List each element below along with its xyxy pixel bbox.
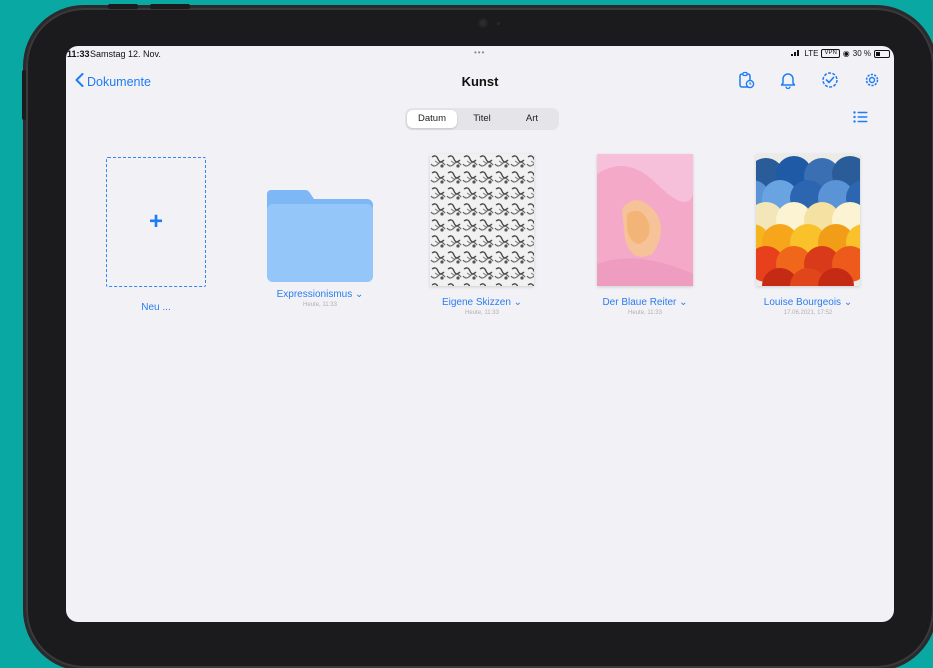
item-label: Der Blaue Reiter ⌄: [602, 297, 688, 308]
bell-icon[interactable]: [778, 70, 798, 90]
folder-item[interactable]: Expressionismus ⌄ Heute, 11:33: [250, 154, 390, 308]
document-item[interactable]: Der Blaue Reiter ⌄ Heute, 11:33: [575, 154, 715, 316]
toolbar-icons: [736, 70, 882, 90]
list-view-icon[interactable]: [853, 110, 868, 128]
segment-titel[interactable]: Titel: [457, 110, 507, 128]
signal-icon: [791, 49, 801, 58]
item-date: Heute, 11:33: [465, 310, 499, 316]
sketch-thumbnail: [430, 154, 534, 286]
status-date: Samstag 12. Nov.: [90, 49, 161, 59]
top-button: [150, 4, 190, 9]
document-item[interactable]: Eigene Skizzen ⌄ Heute, 11:33: [412, 154, 552, 316]
document-item[interactable]: Louise Bourgeois ⌄ 17.06.2021, 17:52: [734, 154, 882, 316]
battery-label: 30 %: [852, 49, 871, 58]
sort-segmented-control: Datum Titel Art: [405, 108, 559, 130]
item-date: Heute, 11:33: [303, 302, 337, 308]
gear-icon[interactable]: [862, 70, 882, 90]
item-label: Eigene Skizzen ⌄: [441, 297, 523, 308]
folder-icon: [267, 190, 373, 282]
front-camera: [478, 18, 488, 28]
status-time: 11:33: [67, 49, 90, 59]
top-button: [108, 4, 138, 9]
segment-datum[interactable]: Datum: [407, 110, 457, 128]
multitasking-dots[interactable]: •••: [474, 48, 485, 57]
navigation-bar: Dokumente Kunst: [66, 68, 894, 94]
item-label: Louise Bourgeois ⌄: [763, 297, 853, 308]
pink-artwork-thumbnail: [597, 154, 693, 286]
network-label: LTE: [804, 49, 819, 58]
status-right: LTE VPN ◉ 30 %: [791, 49, 890, 58]
item-date: Heute, 11:33: [628, 310, 662, 316]
item-date: 17.06.2021, 17:52: [783, 310, 833, 316]
screen: 11:33 Samstag 12. Nov. ••• LTE VPN ◉ 30 …: [66, 46, 894, 622]
item-label: Expressionismus ⌄: [276, 289, 364, 300]
location-icon: ◉: [842, 49, 850, 58]
new-document-tile[interactable]: +: [106, 157, 206, 287]
checkmark-circle-icon[interactable]: [820, 70, 840, 90]
scales-artwork-thumbnail: [734, 154, 882, 304]
status-bar: 11:33 Samstag 12. Nov. ••• LTE VPN ◉ 30 …: [66, 48, 894, 61]
clipboard-clock-icon[interactable]: [736, 70, 756, 90]
vpn-badge: VPN: [821, 49, 840, 58]
item-label: Neu ...: [141, 302, 171, 313]
new-document-item[interactable]: + Neu ...: [86, 154, 226, 313]
side-button: [22, 70, 26, 120]
segment-art[interactable]: Art: [507, 110, 557, 128]
plus-icon: +: [148, 208, 163, 235]
camera-sensor: [497, 22, 500, 25]
battery-icon: [874, 49, 890, 58]
